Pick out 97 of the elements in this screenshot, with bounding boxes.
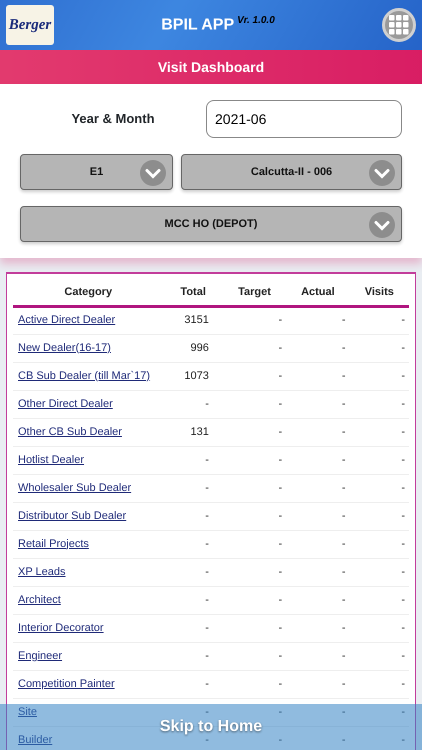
table-cell: - [401, 650, 405, 662]
table-cell: 131 [190, 426, 209, 438]
version-label: Vr. 1.0.0 [237, 14, 275, 26]
category-link[interactable]: Active Direct Dealer [18, 314, 116, 326]
table-cell: - [401, 314, 405, 326]
table-cell: - [401, 566, 405, 578]
category-link[interactable]: Wholesaler Sub Dealer [18, 482, 132, 494]
table-cell: - [342, 398, 346, 410]
dropdown[interactable]: E1 [20, 154, 174, 190]
dropdown[interactable]: MCC HO (DEPOT) [20, 206, 402, 242]
table-cell: - [401, 538, 405, 550]
table-cell: - [342, 370, 346, 382]
table-cell: - [278, 454, 282, 466]
table-cell: - [205, 398, 209, 410]
chevron-down-icon [369, 212, 395, 238]
table-cell: - [342, 706, 346, 718]
table-cell: - [205, 594, 209, 606]
table-cell: - [342, 454, 346, 466]
table-cell: 996 [190, 342, 209, 354]
table-cell: - [342, 622, 346, 634]
month-field[interactable]: 2021-06 [206, 100, 402, 138]
table-cell: - [205, 706, 209, 718]
table-cell: - [401, 622, 405, 634]
chevron-down-icon [140, 160, 166, 186]
grid-icon [389, 15, 409, 35]
column-header: Target [222, 280, 286, 306]
table-cell: - [278, 594, 282, 606]
table-cell: - [205, 510, 209, 522]
category-link[interactable]: Hotlist Dealer [18, 454, 84, 466]
dropdown[interactable]: Calcutta-II - 006 [181, 154, 402, 190]
table-cell: - [278, 482, 282, 494]
table-cell: - [401, 370, 405, 382]
table-cell: - [205, 734, 209, 746]
table-cell: - [401, 482, 405, 494]
table-cell: - [401, 510, 405, 522]
category-link[interactable]: Competition Painter [18, 678, 115, 690]
chevron-down-icon [369, 160, 395, 186]
table-cell: - [278, 706, 282, 718]
category-link[interactable]: Other Direct Dealer [18, 398, 113, 410]
category-link[interactable]: Distributor Sub Dealer [18, 510, 126, 522]
category-link[interactable]: Engineer [18, 650, 62, 662]
table-cell: - [278, 566, 282, 578]
table-cell: - [278, 734, 282, 746]
table-cell: - [278, 342, 282, 354]
table-cell: - [401, 594, 405, 606]
menu-button[interactable] [382, 8, 416, 42]
table-cell: - [401, 734, 405, 746]
page-title-bar: Visit Dashboard [0, 50, 422, 84]
table-cell: - [278, 510, 282, 522]
table-cell: - [278, 538, 282, 550]
table-cell: - [205, 622, 209, 634]
column-header: Actual [286, 280, 350, 306]
column-header: Visits [350, 280, 409, 306]
table-cell: - [342, 538, 346, 550]
table-cell: - [401, 454, 405, 466]
table-cell: - [342, 342, 346, 354]
table-cell: - [342, 482, 346, 494]
table-cell: - [205, 566, 209, 578]
table-cell: - [401, 398, 405, 410]
table-cell: - [401, 678, 405, 690]
table-cell: - [278, 314, 282, 326]
table-cell: - [401, 342, 405, 354]
table-cell: - [342, 566, 346, 578]
category-link[interactable]: Architect [18, 594, 61, 606]
category-link[interactable]: New Dealer(16-17) [18, 342, 111, 354]
app-title: BPIL APP [161, 16, 234, 34]
table-cell: - [401, 706, 405, 718]
table-cell: - [342, 510, 346, 522]
table-cell: - [342, 594, 346, 606]
column-header: Category [13, 280, 164, 306]
table-cell: - [205, 678, 209, 690]
table-cell: - [205, 538, 209, 550]
table-cell: - [278, 370, 282, 382]
table-cell: - [342, 678, 346, 690]
table-cell: - [401, 426, 405, 438]
table-cell: - [342, 314, 346, 326]
table-cell: - [278, 678, 282, 690]
table-cell: - [278, 622, 282, 634]
category-link[interactable]: CB Sub Dealer (till Mar`17) [18, 370, 150, 382]
table-cell: - [278, 398, 282, 410]
logo: Berger [6, 5, 54, 45]
field-label: Year & Month [71, 111, 155, 126]
table-cell: - [205, 650, 209, 662]
table-cell: - [342, 734, 346, 746]
category-link[interactable]: Retail Projects [18, 538, 89, 550]
column-header: Total [163, 280, 223, 306]
table-cell: 3151 [184, 314, 209, 326]
category-link[interactable]: Interior Decorator [18, 622, 104, 634]
table-cell: - [278, 426, 282, 438]
table-cell: - [278, 650, 282, 662]
table-cell: 1073 [184, 370, 209, 382]
category-link[interactable]: XP Leads [18, 566, 66, 578]
table-cell: - [342, 426, 346, 438]
table-cell: - [342, 650, 346, 662]
table-cell: - [205, 454, 209, 466]
table-cell: - [205, 482, 209, 494]
category-link[interactable]: Other CB Sub Dealer [18, 426, 122, 438]
